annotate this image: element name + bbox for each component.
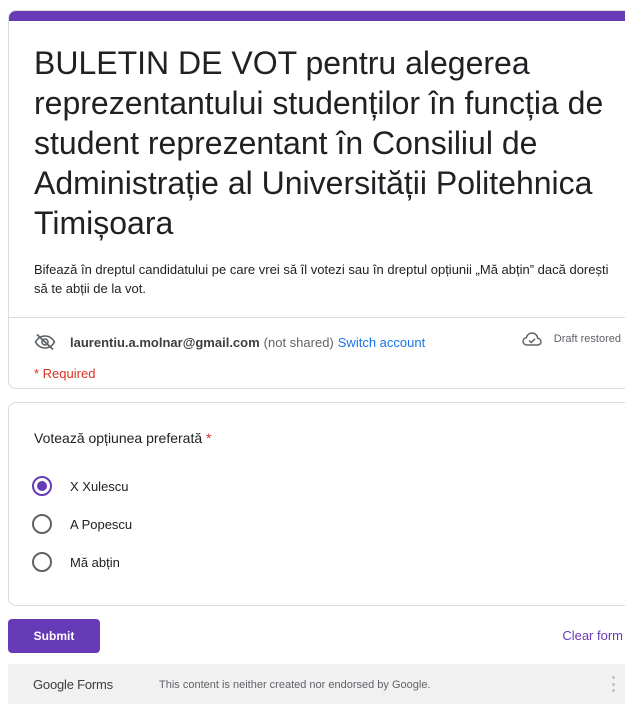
radio-button-selected[interactable] xyxy=(32,476,52,496)
question-card: Votează opțiunea preferată * X Xulescu A… xyxy=(8,402,625,606)
form-description: Bifează în dreptul candidatului pe care … xyxy=(34,262,609,296)
account-row: laurentiu.a.molnar@gmail.com (not shared… xyxy=(34,331,621,353)
submit-button[interactable]: Submit xyxy=(8,619,100,653)
question-title-text: Votează opțiunea preferată xyxy=(34,430,203,446)
eye-off-icon xyxy=(34,333,56,351)
radio-button[interactable] xyxy=(32,514,52,534)
clear-form-button[interactable]: Clear form xyxy=(562,628,623,643)
option-label: A Popescu xyxy=(70,516,133,532)
option-label: Mă abțin xyxy=(70,554,120,570)
not-shared-note: (not shared) xyxy=(263,334,334,350)
radio-button[interactable] xyxy=(32,552,52,572)
option-x-xulescu[interactable]: X Xulescu xyxy=(32,474,129,498)
header-divider xyxy=(9,317,625,318)
form-header-card: BULETIN DE VOT pentru alegerea reprezent… xyxy=(8,10,625,389)
header-accent-stripe xyxy=(9,11,625,21)
option-a-popescu[interactable]: A Popescu xyxy=(32,512,132,536)
footer-disclaimer: This content is neither created nor endo… xyxy=(159,679,431,691)
switch-account-link[interactable]: Switch account xyxy=(338,335,425,350)
footer: Google Forms This content is neither cre… xyxy=(8,664,625,704)
form-page: BULETIN DE VOT pentru alegerea reprezent… xyxy=(0,0,625,704)
google-forms-logo: Google Forms xyxy=(33,677,113,692)
option-ma-abtin[interactable]: Mă abțin xyxy=(32,550,120,574)
draft-status-text: Draft restored xyxy=(553,333,621,345)
more-vert-icon[interactable] xyxy=(610,676,616,692)
option-label: X Xulescu xyxy=(70,478,129,494)
form-title: BULETIN DE VOT pentru alegerea reprezent… xyxy=(34,45,604,241)
required-note: * Required xyxy=(34,366,96,381)
required-marker: * xyxy=(206,430,212,446)
question-title: Votează opțiunea preferată * xyxy=(34,430,211,446)
cloud-check-icon xyxy=(521,331,542,347)
account-email: laurentiu.a.molnar@gmail.com xyxy=(70,334,260,350)
draft-status: Draft restored xyxy=(521,331,621,347)
